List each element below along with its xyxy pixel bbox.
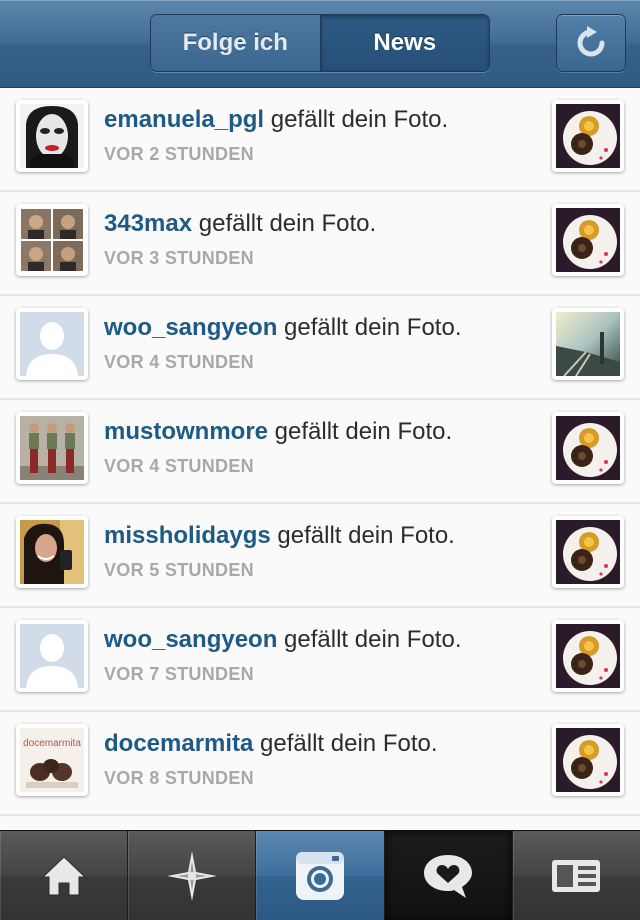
profile-icon <box>552 860 601 892</box>
notification-line: mustownmore gefällt dein Foto. <box>104 418 544 446</box>
liked-photo-thumbnail[interactable] <box>552 100 624 172</box>
notification-line: docemarmita gefällt dein Foto. <box>104 730 544 758</box>
username-link[interactable]: woo_sangyeon <box>104 626 277 653</box>
liked-photo-thumbnail[interactable] <box>552 412 624 484</box>
feed-row[interactable]: woo_sangyeon gefällt dein Foto. VOR 4 ST… <box>0 296 640 400</box>
tab-bar <box>0 830 640 920</box>
camera-icon <box>296 852 344 900</box>
action-text: gefällt dein Foto. <box>264 106 449 133</box>
timestamp: VOR 3 STUNDEN <box>104 248 254 268</box>
notification-line: emanuela_pgl gefällt dein Foto. <box>104 106 544 134</box>
avatar[interactable] <box>16 412 88 484</box>
notification-text: woo_sangyeon gefällt dein Foto. VOR 4 ST… <box>104 314 544 373</box>
liked-photo-thumbnail[interactable] <box>552 620 624 692</box>
cake-photo <box>556 728 620 792</box>
username-link[interactable]: 343max <box>104 210 192 237</box>
tab-news[interactable]: News <box>320 15 489 71</box>
username-link[interactable]: woo_sangyeon <box>104 314 277 341</box>
action-text: gefällt dein Foto. <box>192 210 377 237</box>
notification-text: 343max gefällt dein Foto. VOR 3 STUNDEN <box>104 210 544 269</box>
timestamp: VOR 7 STUNDEN <box>104 664 254 684</box>
liked-photo-thumbnail[interactable] <box>552 204 624 276</box>
tab-news-activity[interactable] <box>384 831 513 920</box>
action-text: gefällt dein Foto. <box>270 522 455 549</box>
notification-text: woo_sangyeon gefällt dein Foto. VOR 7 ST… <box>104 626 544 685</box>
feed-row[interactable]: docemarmita docemarmita gefällt dein Fot… <box>0 712 640 816</box>
cake-photo <box>556 624 620 688</box>
notification-line: woo_sangyeon gefällt dein Foto. <box>104 626 544 654</box>
username-link[interactable]: mustownmore <box>104 418 268 445</box>
cake-photo <box>556 416 620 480</box>
notification-line: 343max gefällt dein Foto. <box>104 210 544 238</box>
home-icon <box>41 856 86 896</box>
refresh-button[interactable] <box>556 14 626 72</box>
default-avatar <box>20 624 84 688</box>
tab-profile[interactable] <box>512 831 640 920</box>
photobooth-collage <box>20 208 84 272</box>
avatar[interactable] <box>16 204 88 276</box>
navigation-bar: Folge ich News <box>0 0 640 88</box>
cake-photo <box>556 208 620 272</box>
news-icon <box>424 855 473 898</box>
notification-line: woo_sangyeon gefällt dein Foto. <box>104 314 544 342</box>
news-feed-list: emanuela_pgl gefällt dein Foto. VOR 2 ST… <box>0 88 640 830</box>
avatar[interactable] <box>16 100 88 172</box>
timestamp: VOR 2 STUNDEN <box>104 144 254 164</box>
avatar[interactable]: docemarmita <box>16 724 88 796</box>
username-link[interactable]: missholidaygs <box>104 522 271 549</box>
docemarmita-logo: docemarmita <box>20 728 84 792</box>
notification-text: mustownmore gefällt dein Foto. VOR 4 STU… <box>104 418 544 477</box>
avatar[interactable] <box>16 620 88 692</box>
action-text: gefällt dein Foto. <box>277 626 462 653</box>
action-text: gefällt dein Foto. <box>253 730 438 757</box>
feed-row[interactable]: missholidaygs gefällt dein Foto. VOR 5 S… <box>0 504 640 608</box>
refresh-icon <box>577 26 605 57</box>
liked-photo-thumbnail[interactable] <box>552 516 624 588</box>
tab-following[interactable]: Folge ich <box>151 15 321 71</box>
avatar[interactable] <box>16 308 88 380</box>
avatar-logo-text: docemarmita <box>23 738 81 749</box>
feed-row[interactable]: emanuela_pgl gefällt dein Foto. VOR 2 ST… <box>0 88 640 192</box>
notification-text: missholidaygs gefällt dein Foto. VOR 5 S… <box>104 522 544 581</box>
timestamp: VOR 8 STUNDEN <box>104 768 254 788</box>
portrait-photo <box>20 104 84 168</box>
tab-home[interactable] <box>0 831 129 920</box>
explore-icon <box>166 851 217 901</box>
default-avatar <box>20 312 84 376</box>
timestamp: VOR 4 STUNDEN <box>104 456 254 476</box>
group-photo <box>20 416 84 480</box>
cake-photo <box>556 520 620 584</box>
username-link[interactable]: emanuela_pgl <box>104 106 264 133</box>
selfie-photo <box>20 520 84 584</box>
feed-row[interactable]: woo_sangyeon gefällt dein Foto. VOR 7 ST… <box>0 608 640 712</box>
feed-row[interactable]: 343max gefällt dein Foto. VOR 3 STUNDEN <box>0 192 640 296</box>
tab-camera[interactable] <box>256 831 385 920</box>
cake-photo <box>556 104 620 168</box>
notification-text: emanuela_pgl gefällt dein Foto. VOR 2 ST… <box>104 106 544 165</box>
liked-photo-thumbnail[interactable] <box>552 724 624 796</box>
notification-text: docemarmita gefällt dein Foto. VOR 8 STU… <box>104 730 544 789</box>
timestamp: VOR 5 STUNDEN <box>104 560 254 580</box>
action-text: gefällt dein Foto. <box>277 314 462 341</box>
street-photo <box>556 312 620 376</box>
timestamp: VOR 4 STUNDEN <box>104 352 254 372</box>
feed-segmented-control: Folge ich News <box>150 14 490 72</box>
feed-row[interactable]: mustownmore gefällt dein Foto. VOR 4 STU… <box>0 400 640 504</box>
avatar[interactable] <box>16 516 88 588</box>
action-text: gefällt dein Foto. <box>268 418 453 445</box>
tab-explore[interactable] <box>128 831 257 920</box>
liked-photo-thumbnail[interactable] <box>552 308 624 380</box>
notification-line: missholidaygs gefällt dein Foto. <box>104 522 544 550</box>
username-link[interactable]: docemarmita <box>104 730 253 757</box>
